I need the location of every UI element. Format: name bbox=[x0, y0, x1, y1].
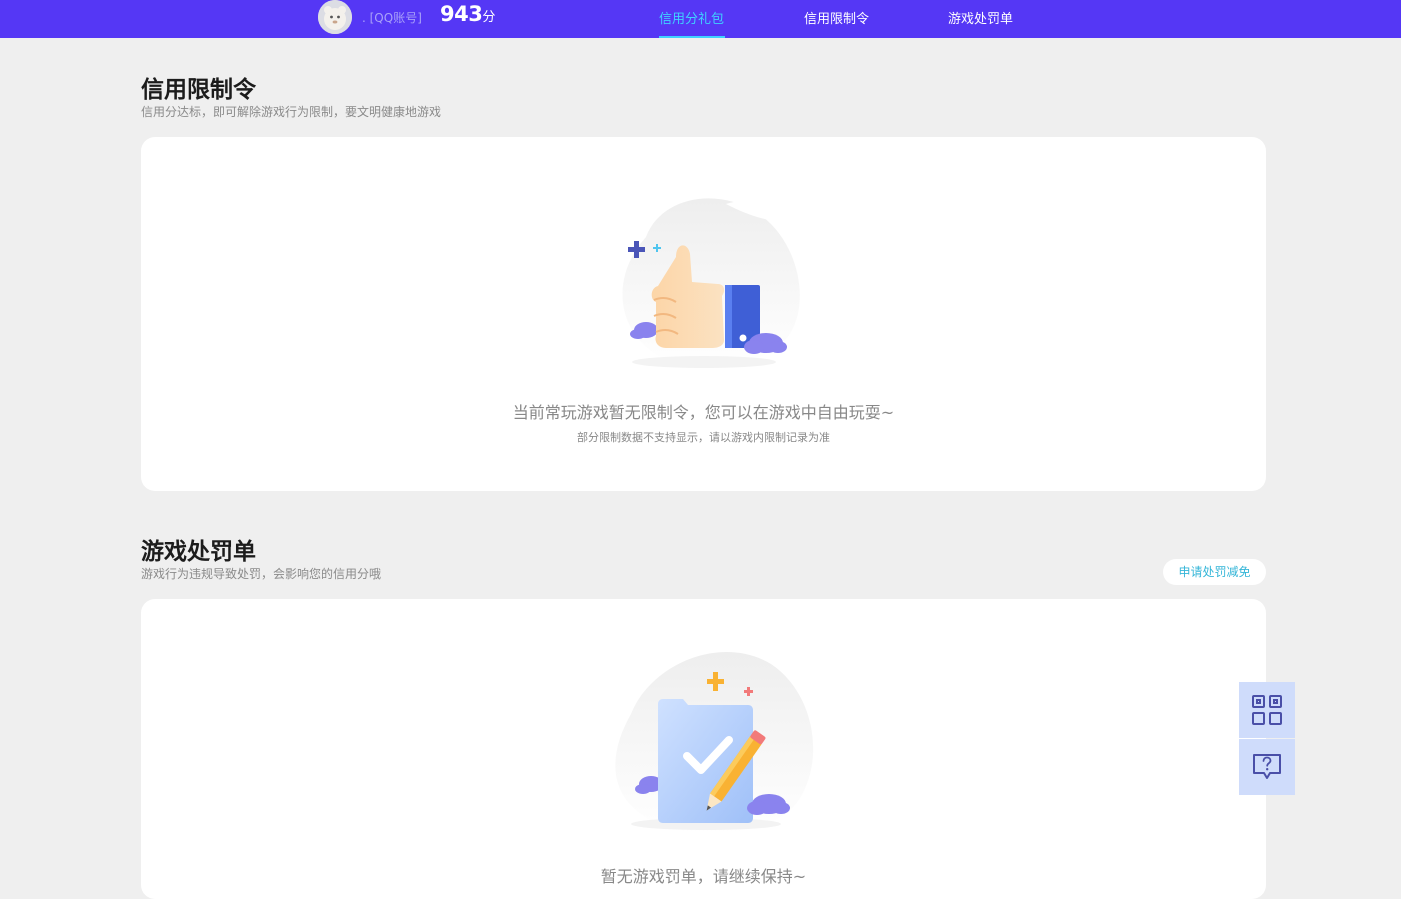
penalty-empty-message: 暂无游戏罚单，请继续保持~ bbox=[600, 867, 807, 886]
restriction-empty-message: 当前常玩游戏暂无限制令，您可以在游戏中自由玩耍~ bbox=[512, 403, 895, 422]
help-chat-icon bbox=[1253, 754, 1281, 779]
nav-tab-credit-gift[interactable]: 信用分礼包 bbox=[659, 8, 724, 27]
restriction-empty-note: 部分限制数据不支持显示，请以游戏内限制记录为准 bbox=[577, 431, 830, 444]
qr-code-button[interactable] bbox=[1239, 682, 1295, 738]
credit-score: 943分 bbox=[440, 2, 495, 26]
nav-active-indicator bbox=[659, 36, 725, 38]
credit-score-unit: 分 bbox=[482, 10, 496, 25]
restriction-section-title: 信用限制令 bbox=[141, 77, 256, 103]
apply-penalty-reduction-button[interactable]: 申请处罚减免 bbox=[1163, 559, 1266, 585]
nav-tab-game-penalty[interactable]: 游戏处罚单 bbox=[948, 8, 1013, 27]
thumbs-up-illustration bbox=[622, 198, 800, 368]
penalty-card: 暂无游戏罚单，请继续保持~ bbox=[141, 599, 1266, 899]
help-button[interactable] bbox=[1239, 739, 1295, 795]
avatar[interactable] bbox=[318, 0, 352, 34]
top-bar: . [QQ账号] 943分 信用分礼包 信用限制令 游戏处罚单 bbox=[0, 0, 1401, 38]
restriction-card: 当前常玩游戏暂无限制令，您可以在游戏中自由玩耍~ 部分限制数据不支持显示，请以游… bbox=[141, 137, 1266, 491]
restriction-section-subtitle: 信用分达标，即可解除游戏行为限制，要文明健康地游戏 bbox=[141, 105, 442, 119]
qr-code-icon bbox=[1252, 695, 1282, 725]
clipboard-check-illustration bbox=[615, 652, 814, 834]
nav-tab-credit-restriction[interactable]: 信用限制令 bbox=[804, 8, 869, 27]
credit-score-value: 943 bbox=[440, 2, 483, 26]
account-label: . [QQ账号] bbox=[362, 11, 422, 25]
penalty-section-title: 游戏处罚单 bbox=[141, 539, 256, 565]
avatar-image bbox=[318, 0, 352, 34]
penalty-section-subtitle: 游戏行为违规导致处罚，会影响您的信用分哦 bbox=[141, 567, 382, 581]
